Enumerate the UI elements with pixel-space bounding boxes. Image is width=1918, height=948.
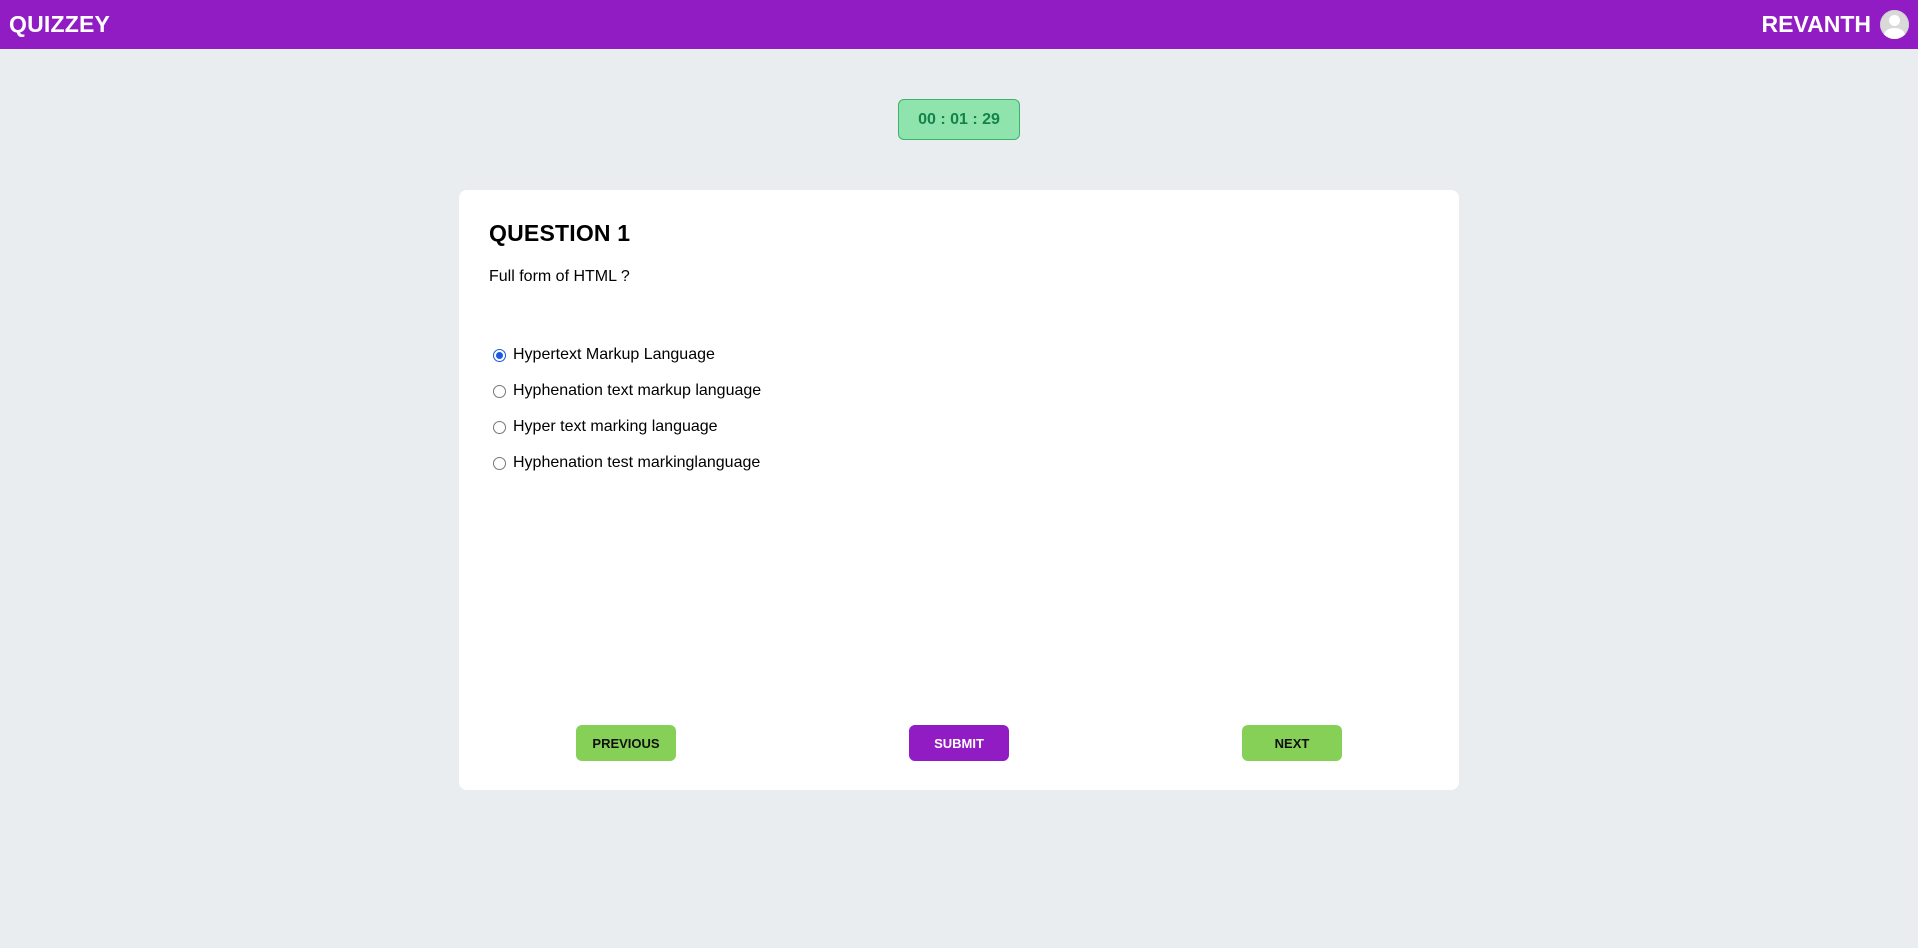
username: REVANTH xyxy=(1761,11,1871,37)
answer-options: Hypertext Markup Language Hyphenation te… xyxy=(489,337,761,481)
avatar-body-shape xyxy=(1884,28,1905,39)
question-title: QUESTION 1 xyxy=(489,220,631,246)
answer-option[interactable]: Hyphenation test markinglanguage xyxy=(489,445,761,481)
radio-button[interactable] xyxy=(493,456,506,470)
radio-button[interactable] xyxy=(493,384,506,398)
answer-option-label[interactable]: Hyphenation test markinglanguage xyxy=(513,454,760,472)
question-card: QUESTION 1 Full form of HTML ? Hypertext… xyxy=(459,190,1459,790)
answer-option[interactable]: Hyper text marking language xyxy=(489,409,761,445)
user-menu[interactable]: REVANTH xyxy=(1762,10,1909,39)
answer-option-label[interactable]: Hypertext Markup Language xyxy=(513,346,715,364)
radio-button[interactable] xyxy=(493,420,506,434)
avatar-head-shape xyxy=(1889,15,1900,26)
submit-button[interactable]: SUBMIT xyxy=(909,725,1009,761)
answer-option[interactable]: Hyphenation text markup language xyxy=(489,373,761,409)
next-button[interactable]: NEXT xyxy=(1242,725,1342,761)
top-navbar: QUIZZEY REVANTH xyxy=(0,0,1918,49)
previous-button[interactable]: PREVIOUS xyxy=(576,725,676,761)
radio-button-selected[interactable] xyxy=(493,348,506,362)
answer-option-label[interactable]: Hyper text marking language xyxy=(513,418,718,436)
question-text: Full form of HTML ? xyxy=(489,268,630,285)
user-avatar-icon[interactable] xyxy=(1880,10,1909,39)
app-logo[interactable]: QUIZZEY xyxy=(9,11,110,38)
countdown-timer: 00 : 01 : 29 xyxy=(898,99,1020,140)
answer-option-label[interactable]: Hyphenation text markup language xyxy=(513,382,761,400)
answer-option[interactable]: Hypertext Markup Language xyxy=(489,337,761,373)
